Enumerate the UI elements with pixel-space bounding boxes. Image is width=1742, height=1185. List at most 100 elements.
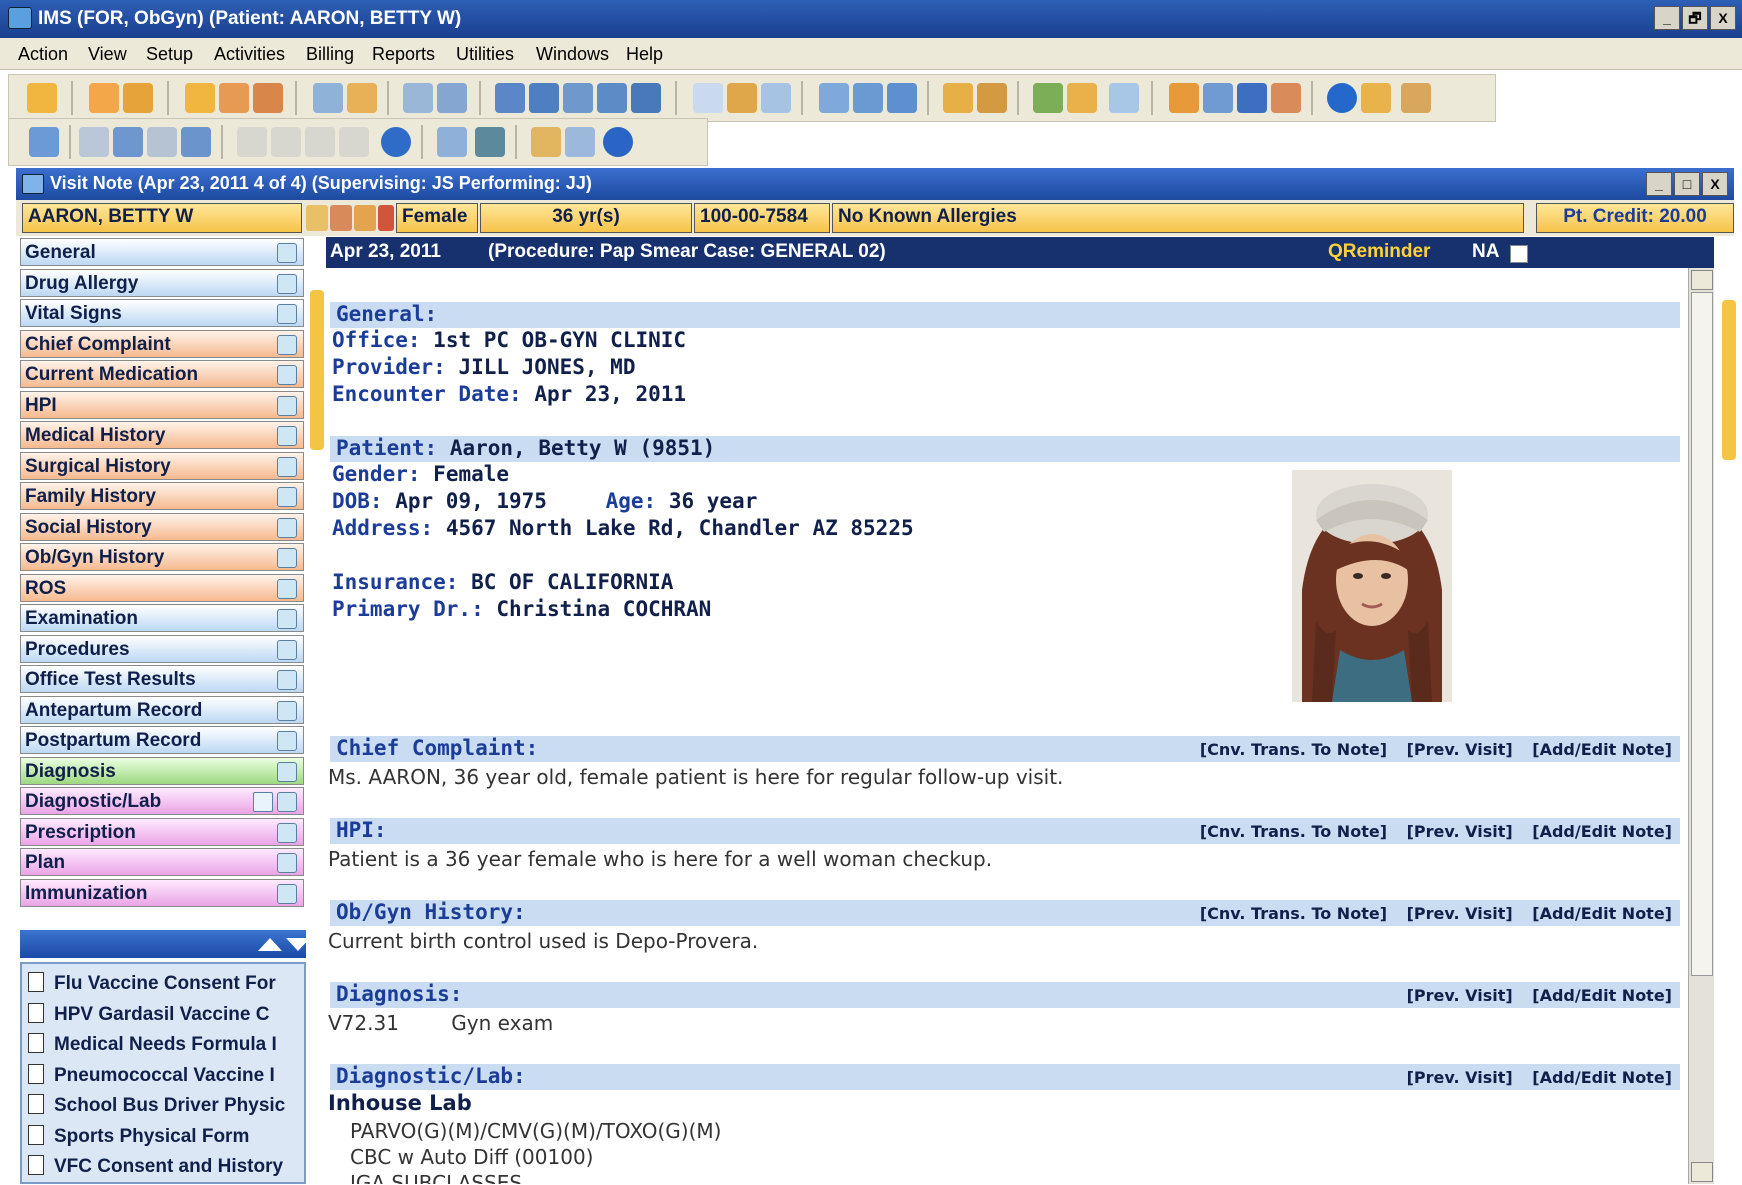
copy-note-icon[interactable] — [79, 127, 109, 157]
scroll-up-arrow-icon[interactable] — [1691, 270, 1713, 290]
search-icon[interactable] — [277, 670, 297, 690]
search-icon[interactable] — [277, 396, 297, 416]
search-icon[interactable] — [277, 304, 297, 324]
nav-item-chief-complaint[interactable]: Chief Complaint — [20, 330, 304, 358]
diagnosis-prev-visit-link[interactable]: [Prev. Visit] — [1407, 986, 1513, 1005]
scroll-down-arrow-icon[interactable] — [1691, 1162, 1713, 1182]
na-checkbox[interactable] — [1510, 245, 1528, 263]
search-icon[interactable] — [277, 243, 297, 263]
nav-item-plan[interactable]: Plan — [20, 848, 304, 876]
nav-item-examination[interactable]: Examination — [20, 604, 304, 632]
nav-item-medical-history[interactable]: Medical History — [20, 421, 304, 449]
search-icon[interactable] — [277, 579, 297, 599]
menu-reports[interactable]: Reports — [372, 44, 435, 65]
search-icon[interactable] — [277, 884, 297, 904]
nav-item-drug-allergy[interactable]: Drug Allergy — [20, 269, 304, 297]
open-folder-icon[interactable] — [29, 127, 59, 157]
lock-icon[interactable] — [1361, 83, 1391, 113]
menu-view[interactable]: View — [88, 44, 127, 65]
lab-order-icon[interactable] — [253, 792, 273, 812]
patient-icon[interactable] — [27, 83, 57, 113]
word-icon[interactable] — [1237, 83, 1267, 113]
search-icon[interactable] — [277, 518, 297, 538]
menu-action[interactable]: Action — [18, 44, 68, 65]
previous-record-icon[interactable] — [271, 127, 301, 157]
globe-icon[interactable] — [853, 83, 883, 113]
nav-item-current-medication[interactable]: Current Medication — [20, 360, 304, 388]
next-record-icon[interactable] — [305, 127, 335, 157]
scanner-icon[interactable] — [565, 127, 595, 157]
nav-item-ros[interactable]: ROS — [20, 574, 304, 602]
diaglab-add-edit-link[interactable]: [Add/Edit Note] — [1532, 1068, 1672, 1087]
hpi-add-edit-link[interactable]: [Add/Edit Note] — [1532, 822, 1672, 841]
send-icon[interactable] — [887, 83, 917, 113]
edit-folder-icon[interactable] — [219, 83, 249, 113]
note-maximize-button[interactable]: □ — [1674, 172, 1700, 196]
clipboard-icon[interactable] — [1271, 83, 1301, 113]
user-icon[interactable] — [89, 83, 119, 113]
restore-button[interactable]: 🗗 — [1682, 6, 1708, 30]
home-icon[interactable] — [1169, 83, 1199, 113]
chart-icon[interactable] — [761, 83, 791, 113]
nav-item-postpartum-record[interactable]: Postpartum Record — [20, 726, 304, 754]
cc-convert-link[interactable]: [Cnv. Trans. To Note] — [1200, 740, 1387, 759]
menu-activities[interactable]: Activities — [214, 44, 285, 65]
patient-photo-icon[interactable] — [306, 205, 328, 231]
refresh-icon[interactable] — [381, 127, 411, 157]
form-item[interactable]: Sports Physical Form — [28, 1124, 300, 1148]
back-arrow-icon[interactable] — [819, 83, 849, 113]
attachment-icon[interactable] — [531, 127, 561, 157]
nav-item-diagnostic-lab[interactable]: Diagnostic/Lab — [20, 787, 304, 815]
print-icon[interactable] — [977, 83, 1007, 113]
users-edit-icon[interactable] — [123, 83, 153, 113]
last-record-icon[interactable] — [339, 127, 369, 157]
nav-item-antepartum-record[interactable]: Antepartum Record — [20, 696, 304, 724]
form-item[interactable]: VFC Consent and History — [28, 1155, 300, 1178]
form-item[interactable]: School Bus Driver Physic — [28, 1094, 300, 1117]
search-icon[interactable] — [277, 853, 297, 873]
alert-icon[interactable] — [354, 205, 376, 231]
nav-item-office-test-results[interactable]: Office Test Results — [20, 665, 304, 693]
search-icon[interactable] — [277, 274, 297, 294]
form-item[interactable]: HPV Gardasil Vaccine C — [28, 1002, 300, 1026]
obgyn-prev-visit-link[interactable]: [Prev. Visit] — [1407, 904, 1513, 923]
scroll-down-icon[interactable] — [286, 938, 310, 951]
search-icon[interactable] — [277, 701, 297, 721]
tree-icon[interactable] — [727, 83, 757, 113]
forward-note-icon[interactable] — [181, 127, 211, 157]
search-icon[interactable] — [277, 457, 297, 477]
left-collapse-tab[interactable] — [310, 290, 324, 450]
lab-flask-icon[interactable] — [347, 83, 377, 113]
transfer-icon[interactable] — [1203, 83, 1233, 113]
menu-windows[interactable]: Windows — [536, 44, 609, 65]
billing-icon[interactable] — [529, 83, 559, 113]
contacts-icon[interactable] — [1067, 83, 1097, 113]
dollar-icon[interactable] — [495, 83, 525, 113]
nav-item-procedures[interactable]: Procedures — [20, 635, 304, 663]
exit-icon[interactable] — [1401, 83, 1431, 113]
diagnosis-add-edit-link[interactable]: [Add/Edit Note] — [1532, 986, 1672, 1005]
people-icon[interactable] — [1109, 83, 1139, 113]
nav-item-diagnosis[interactable]: Diagnosis — [20, 757, 304, 785]
note-minimize-button[interactable]: _ — [1646, 172, 1672, 196]
cc-add-edit-link[interactable]: [Add/Edit Note] — [1532, 740, 1672, 759]
nav-item-social-history[interactable]: Social History — [20, 513, 304, 541]
search-icon[interactable] — [277, 335, 297, 355]
nav-item-hpi[interactable]: HPI — [20, 391, 304, 419]
nav-item-vital-signs[interactable]: Vital Signs — [20, 299, 304, 327]
nav-item-immunization[interactable]: Immunization — [20, 879, 304, 907]
payments-icon[interactable] — [597, 83, 627, 113]
search-icon[interactable] — [277, 823, 297, 843]
hpi-prev-visit-link[interactable]: [Prev. Visit] — [1407, 822, 1513, 841]
search-icon[interactable] — [277, 487, 297, 507]
menu-setup[interactable]: Setup — [146, 44, 193, 65]
form-item[interactable]: Medical Needs Formula I — [28, 1033, 300, 1056]
content-scrollbar[interactable] — [1688, 268, 1714, 1184]
menu-help[interactable]: Help — [626, 44, 663, 65]
nav-item-general[interactable]: General — [20, 238, 304, 266]
folder-icon[interactable] — [185, 83, 215, 113]
edit-note-icon[interactable] — [113, 127, 143, 157]
search-icon[interactable] — [277, 548, 297, 568]
clipboard-note-icon[interactable] — [437, 127, 467, 157]
search-icon[interactable] — [277, 365, 297, 385]
